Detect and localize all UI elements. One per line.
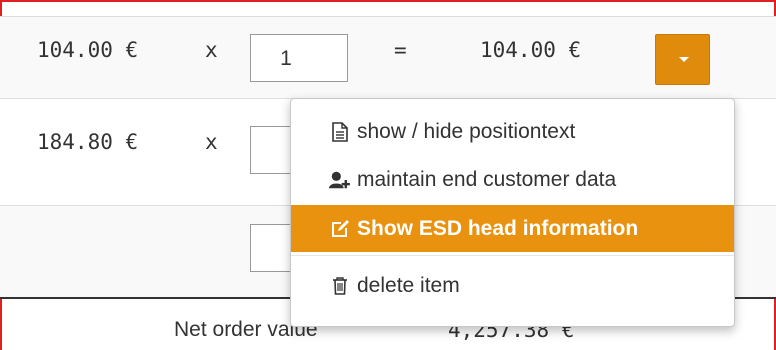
menu-divider: [291, 255, 734, 256]
menu-item-label: maintain end customer data: [357, 167, 617, 191]
unit-price: 104.00 €: [37, 38, 139, 62]
document-icon: [329, 121, 351, 143]
caret-down-icon: [679, 57, 689, 62]
menu-item-show-hide-positiontext[interactable]: show / hide positiontext: [291, 108, 734, 155]
row-divider: [0, 16, 776, 17]
quantity-input[interactable]: 1: [250, 34, 348, 82]
line-total: 104.00 €: [480, 38, 582, 62]
menu-item-label: Show ESD head information: [357, 216, 639, 240]
menu-item-label: delete item: [357, 273, 460, 297]
menu-item-maintain-end-customer-data[interactable]: maintain end customer data: [291, 156, 734, 203]
edit-icon: [329, 218, 351, 240]
menu-item-label: show / hide positiontext: [357, 119, 576, 143]
menu-item-show-esd-head-information[interactable]: Show ESD head information: [291, 205, 734, 252]
multiply-sign: x: [205, 38, 218, 62]
unit-price: 184.80 €: [37, 130, 139, 154]
add-user-icon: [329, 169, 351, 191]
multiply-sign: x: [205, 130, 218, 154]
item-actions-dropdown-button[interactable]: [655, 34, 710, 85]
trash-icon: [329, 275, 351, 297]
menu-item-delete-item[interactable]: delete item: [291, 262, 734, 309]
equals-sign: =: [394, 38, 407, 62]
item-actions-menu: show / hide positiontext maintain end cu…: [290, 98, 735, 327]
